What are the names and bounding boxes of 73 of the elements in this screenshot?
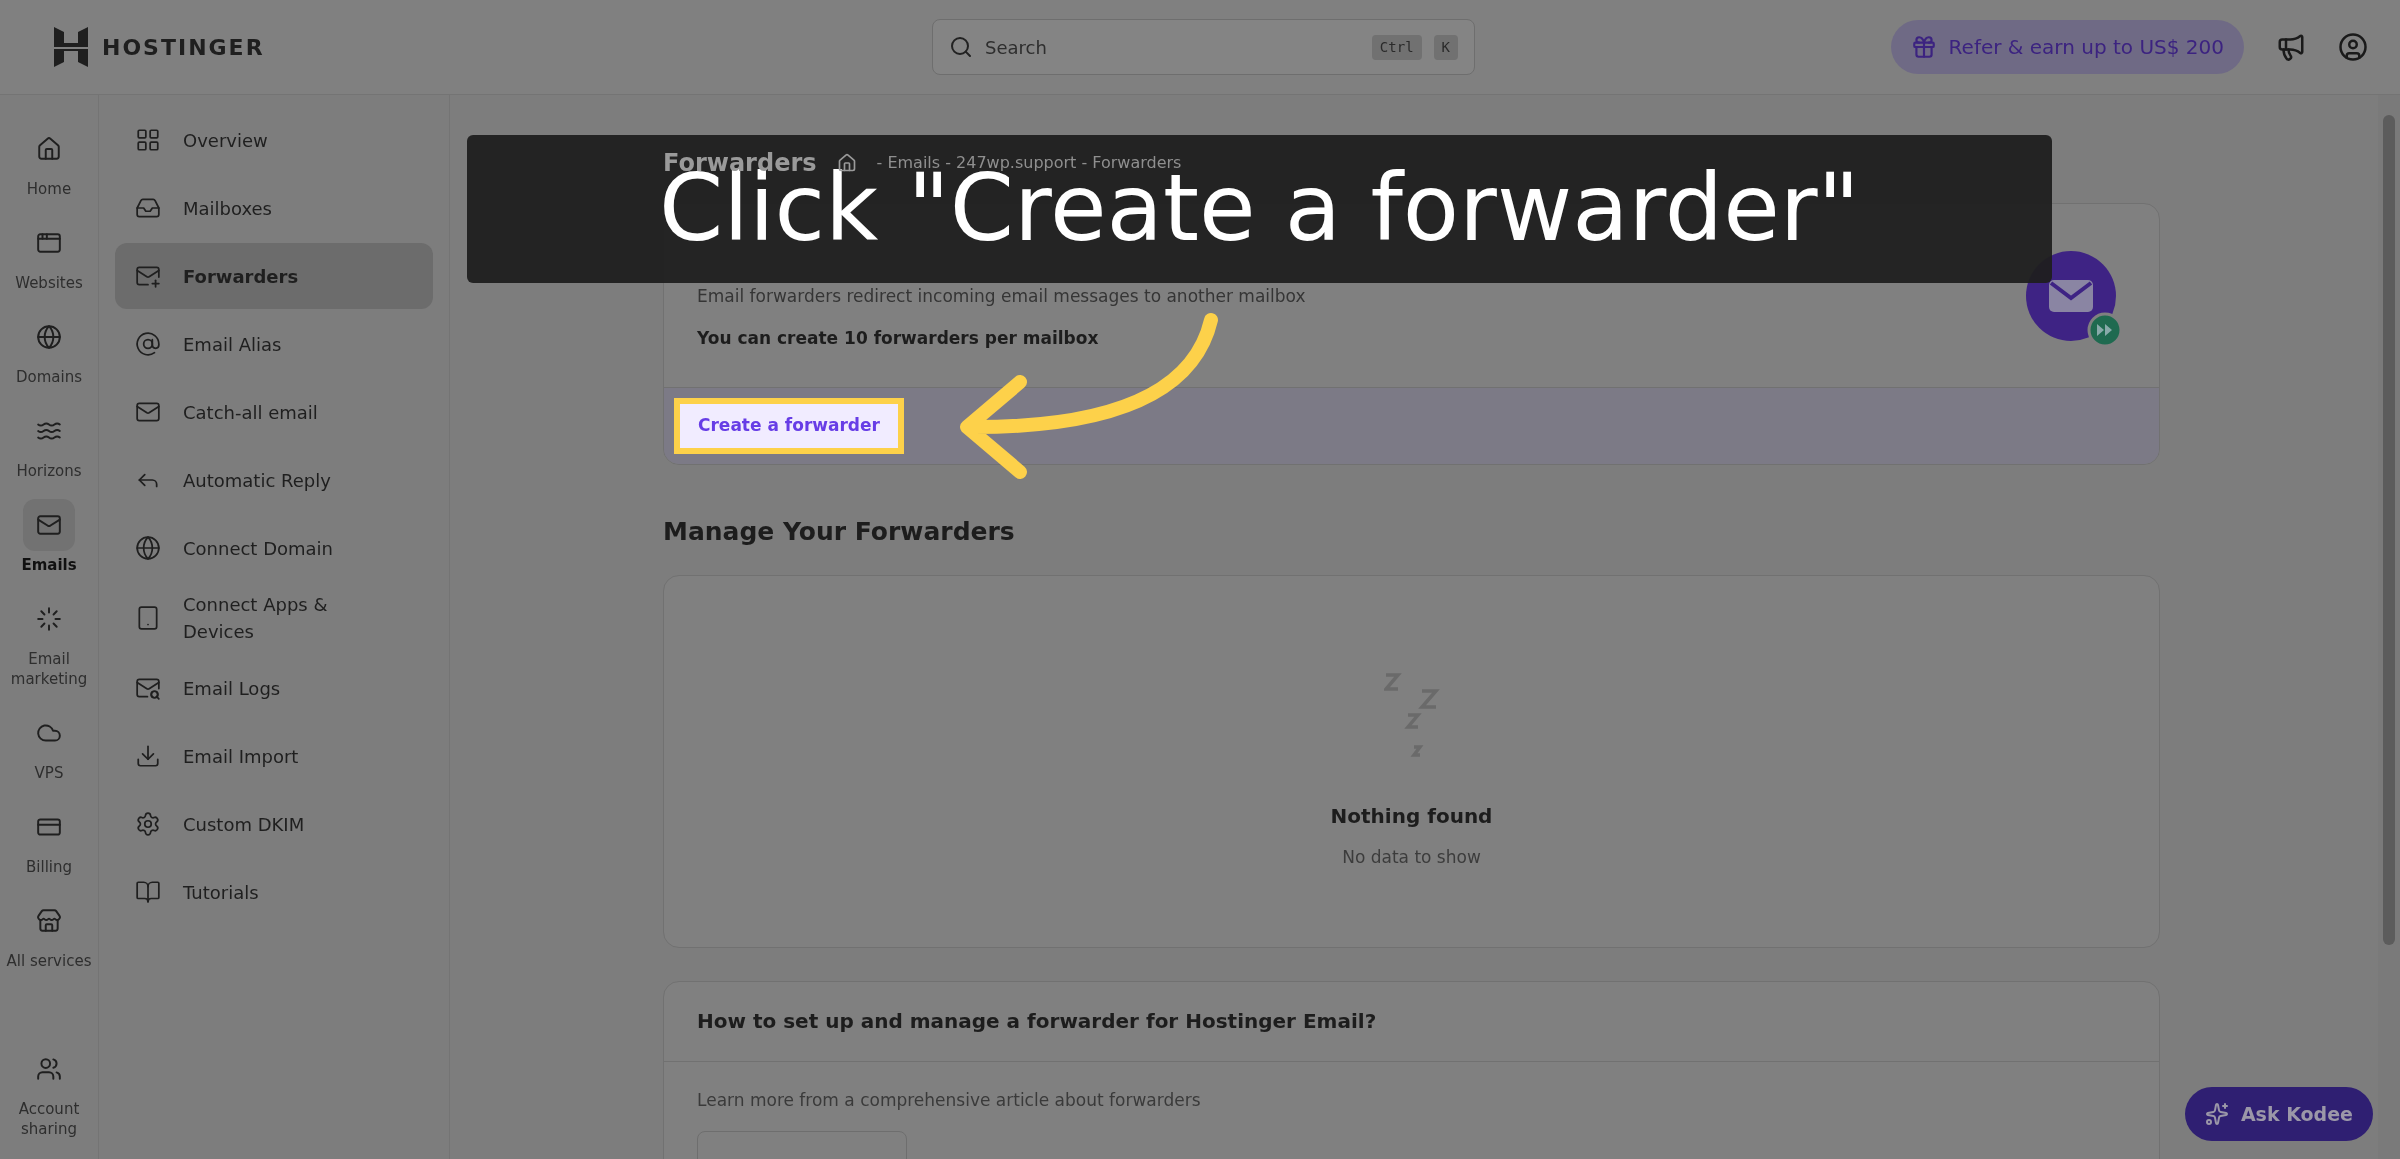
rail-label: Billing [26,857,72,877]
rail-item[interactable]: VPS [3,699,95,791]
rail-label: Emails [21,555,77,575]
rail-item[interactable]: Email marketing [3,585,95,697]
grid-icon [135,127,161,153]
users-icon [36,1056,62,1082]
home-icon [36,136,62,162]
tablet-icon [135,605,161,631]
download-icon [135,743,161,769]
scrollbar-thumb[interactable] [2383,115,2395,945]
browser-window-icon [36,230,62,256]
logo-text: HOSTINGER [102,33,265,62]
search-input[interactable]: Search [985,33,1360,61]
section-title: Manage Your Forwarders [663,516,1016,548]
inbox-icon [135,195,161,221]
account-icon[interactable] [2338,32,2368,62]
sparkle-icon [2204,1102,2229,1126]
rail-label: Email marketing [9,649,89,689]
card-description: Email forwarders redirect incoming email messages to another mailbox [697,285,1307,308]
settings-icon [135,811,161,837]
megaphone-icon[interactable] [2276,32,2306,62]
rail-label: Home [26,179,72,199]
forwarder-limit: You can create 10 forwarders per mailbox [697,326,1100,350]
menu-item[interactable]: Tutorials [115,859,433,925]
rail-item[interactable]: Domains [3,303,95,395]
loader-icon [36,606,62,632]
help-title: How to set up and manage a forwarder for Hostinger Email? [697,1008,1377,1035]
rail-item[interactable]: Horizons [3,397,95,489]
empty-title: Nothing found [1330,802,1493,830]
store-icon [36,908,62,934]
mail-icon [135,399,161,425]
rail-item[interactable]: Account sharing [3,1035,95,1147]
rail-label: Domains [16,367,82,387]
menu-item[interactable]: Mailboxes [115,175,433,241]
breadcrumb: - Emails - 247wp.support - Forwarders [876,152,1182,172]
rail-item[interactable]: Websites [3,209,95,301]
create-forwarder-button[interactable]: Create a forwarder [674,398,904,454]
search-field[interactable]: Search Ctrl K [932,19,1475,75]
book-icon [135,879,161,905]
rail-label: Horizons [16,461,82,481]
empty-text: No data to show [1342,845,1481,869]
shortcut-key: Ctrl [1371,34,1422,60]
help-text: Learn more from a comprehensive article about forwarders [696,1088,1202,1112]
menu-item[interactable]: Connect Apps & Devices [115,583,433,653]
menu-item[interactable]: Custom DKIM [115,791,433,857]
rail-label: Account sharing [17,1099,81,1139]
shortcut-key: K [1433,34,1458,60]
rail-item[interactable]: Billing [3,793,95,885]
gift-icon [1910,34,1937,60]
menu-item[interactable]: Email Logs [115,655,433,721]
menu-item[interactable]: Automatic Reply [115,447,433,513]
mail-plus-icon [135,263,161,289]
menu-item[interactable]: Forwarders [115,243,433,309]
menu-item[interactable]: Email Import [115,723,433,789]
logo-icon [52,27,90,67]
globe-icon [135,535,161,561]
menu-item[interactable]: Connect Domain [115,515,433,581]
rail-item[interactable]: Home [3,115,95,207]
mail-icon [36,512,62,538]
assistant-button[interactable]: Ask Kodee [2184,1087,2373,1141]
mail-search-icon [135,675,161,701]
rail-item[interactable]: All services [3,887,95,979]
menu-item[interactable]: Catch-all email [115,379,433,445]
rail-label: Websites [15,273,83,293]
menu-item[interactable]: Email Alias [115,311,433,377]
rail-label: All services [6,951,92,971]
rail-label: VPS [34,763,64,783]
search-icon [949,35,973,59]
menu-item[interactable]: Overview [115,107,433,173]
globe-icon [36,324,62,350]
refer-button[interactable]: Refer & earn up to US$ 200 [1890,20,2244,74]
at-sign-icon [135,331,161,357]
rail-item[interactable]: Emails [3,491,95,583]
